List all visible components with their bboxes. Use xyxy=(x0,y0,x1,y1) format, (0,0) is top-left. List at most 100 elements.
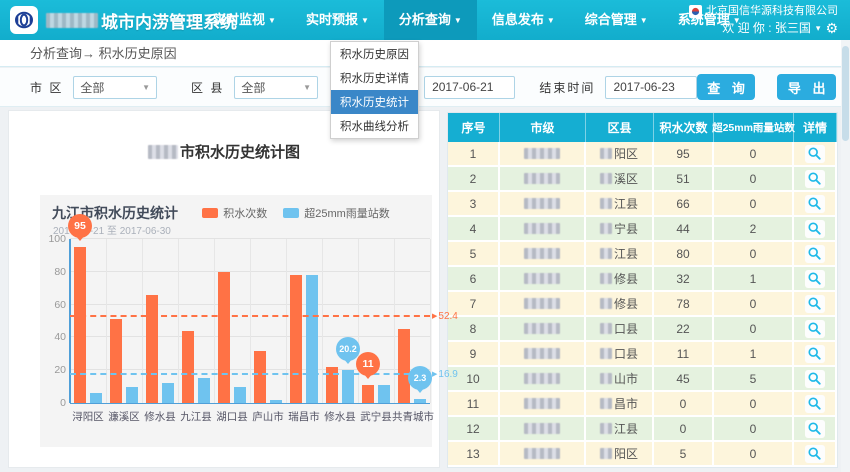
detail-button[interactable] xyxy=(805,270,825,288)
menu-general-manage[interactable]: 综合管理▼ xyxy=(570,0,663,40)
data-pin: 11 xyxy=(356,352,380,376)
magnifier-icon xyxy=(808,197,821,210)
table-row: 1阳区950 xyxy=(448,142,837,167)
cell-detail xyxy=(794,217,837,242)
bar-count[interactable] xyxy=(362,385,374,403)
menu-realtime-monitor[interactable]: 实时监视▼ xyxy=(198,0,291,40)
district-suffix: 昌市 xyxy=(614,395,638,412)
bar-stations[interactable] xyxy=(306,275,318,403)
legend-item[interactable]: 积水次数 xyxy=(202,205,267,221)
cell-index: 1 xyxy=(448,142,500,167)
legend-label: 积水次数 xyxy=(223,205,267,221)
cell-city xyxy=(500,267,586,292)
start-date-input[interactable]: 2017-06-21 xyxy=(424,76,515,99)
scrollbar-thumb[interactable] xyxy=(842,46,849,141)
magnifier-icon xyxy=(808,422,821,435)
gridline xyxy=(142,239,143,403)
district-suffix: 阳区 xyxy=(614,145,638,162)
menu-analysis-query[interactable]: 分析查询▼ xyxy=(384,0,477,40)
bar-count[interactable] xyxy=(254,351,266,403)
detail-button[interactable] xyxy=(805,395,825,413)
detail-button[interactable] xyxy=(805,195,825,213)
detail-button[interactable] xyxy=(805,420,825,438)
table-row: 7修县780 xyxy=(448,292,837,317)
y-tick-label: 60 xyxy=(40,299,66,311)
dropdown-item-water-history-reason[interactable]: 积水历史原因 xyxy=(331,42,418,66)
magnifier-icon xyxy=(808,272,821,285)
end-date-input[interactable]: 2017-06-23 xyxy=(605,76,696,99)
cell-count: 0 xyxy=(654,417,714,442)
city-select[interactable]: 全部 ▼ xyxy=(73,76,157,99)
x-tick-label: 瑞昌市 xyxy=(284,409,324,424)
gridline xyxy=(322,239,323,403)
cell-district: 修县 xyxy=(586,267,654,292)
detail-button[interactable] xyxy=(805,445,825,463)
export-button[interactable]: 导 出 xyxy=(777,74,836,100)
district-select[interactable]: 全部 ▼ xyxy=(234,76,318,99)
magnifier-icon xyxy=(808,297,821,310)
dropdown-item-water-history-stats[interactable]: 积水历史统计 xyxy=(331,90,418,114)
query-button[interactable]: 查 询 xyxy=(697,74,756,100)
cell-count: 95 xyxy=(654,142,714,167)
detail-button[interactable] xyxy=(805,245,825,263)
bar-count[interactable] xyxy=(146,295,158,403)
x-axis-line xyxy=(70,403,430,404)
district-filter-label: 区 县 xyxy=(191,79,224,96)
cell-district: 江县 xyxy=(586,417,654,442)
detail-button[interactable] xyxy=(805,295,825,313)
detail-button[interactable] xyxy=(805,320,825,338)
menu-label: 实时预报 xyxy=(306,12,358,27)
x-tick-label: 浔阳区 xyxy=(68,409,108,424)
detail-button[interactable] xyxy=(805,345,825,363)
redacted-city-name xyxy=(524,173,560,184)
redacted-city-name xyxy=(524,148,560,159)
detail-button[interactable] xyxy=(805,145,825,163)
bar-count[interactable] xyxy=(110,319,122,403)
cell-stations: 0 xyxy=(714,392,794,417)
detail-button[interactable] xyxy=(805,170,825,188)
bar-count[interactable] xyxy=(74,247,86,403)
bar-stations[interactable] xyxy=(378,385,390,403)
x-tick-label: 共青城市 xyxy=(392,409,432,424)
chart: 九江市积水历史统计 2017-06-21 至 2017-06-30 积水次数超2… xyxy=(40,195,432,447)
cell-detail xyxy=(794,167,837,192)
menu-info-publish[interactable]: 信息发布▼ xyxy=(477,0,570,40)
table-header-cell: 详情 xyxy=(794,113,837,142)
cell-city xyxy=(500,217,586,242)
user-menu-caret-icon[interactable]: ▾ xyxy=(816,20,821,37)
bar-stations[interactable] xyxy=(162,383,174,403)
cell-index: 4 xyxy=(448,217,500,242)
bar-stations[interactable] xyxy=(90,393,102,403)
bar-stations[interactable] xyxy=(234,387,246,403)
detail-button[interactable] xyxy=(805,220,825,238)
bar-count[interactable] xyxy=(218,272,230,403)
cell-district: 阳区 xyxy=(586,442,654,467)
cell-count: 32 xyxy=(654,267,714,292)
chart-card: 市积水历史统计图 九江市积水历史统计 2017-06-21 至 2017-06-… xyxy=(8,110,440,468)
bar-count[interactable] xyxy=(182,331,194,403)
y-tick-label: 40 xyxy=(40,331,66,343)
cell-detail xyxy=(794,317,837,342)
bar-stations[interactable] xyxy=(198,378,210,403)
cell-count: 66 xyxy=(654,192,714,217)
cell-district: 山市 xyxy=(586,367,654,392)
dropdown-item-water-history-detail[interactable]: 积水历史详情 xyxy=(331,66,418,90)
welcome-text[interactable]: 欢 迎 你 : 张三国 xyxy=(722,20,811,37)
magnifier-icon xyxy=(808,172,821,185)
dropdown-item-water-curve-analysis[interactable]: 积水曲线分析 xyxy=(331,114,418,138)
cell-stations: 1 xyxy=(714,342,794,367)
detail-button[interactable] xyxy=(805,370,825,388)
bar-count[interactable] xyxy=(290,275,302,403)
legend-item[interactable]: 超25mm雨量站数 xyxy=(283,205,390,221)
redacted-city-name xyxy=(524,348,560,359)
settings-gear-icon[interactable]: ⚙ xyxy=(825,20,838,37)
menu-realtime-forecast[interactable]: 实时预报▼ xyxy=(291,0,384,40)
magnifier-icon xyxy=(808,247,821,260)
company-name-text: 北京国信华源科技有限公司 xyxy=(706,3,838,20)
cell-stations: 2 xyxy=(714,217,794,242)
page-scrollbar[interactable] xyxy=(841,40,850,472)
bar-count[interactable] xyxy=(398,329,410,403)
cell-district: 口县 xyxy=(586,342,654,367)
bar-stations[interactable] xyxy=(126,387,138,403)
table-header-cell: 超25mm雨量站数 xyxy=(714,113,794,142)
